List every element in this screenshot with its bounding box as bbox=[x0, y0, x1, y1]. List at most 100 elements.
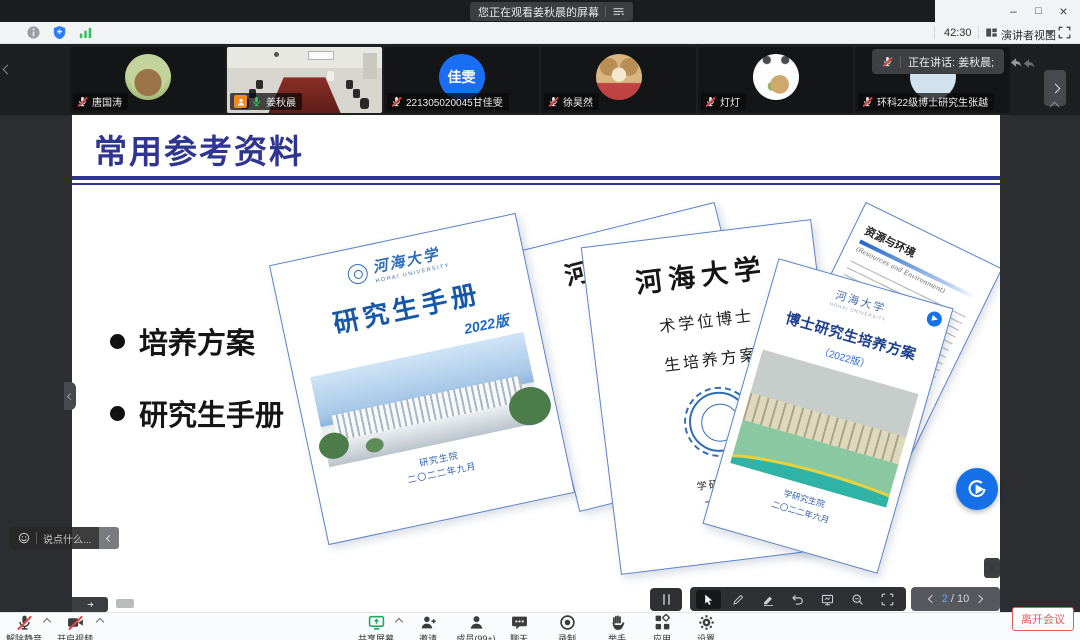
participant-name: 221305020045甘佳雯 bbox=[406, 94, 503, 109]
name-bar: 徐昊然 bbox=[544, 93, 599, 110]
members-icon bbox=[468, 614, 485, 631]
participant-name: 徐昊然 bbox=[563, 94, 593, 109]
arrow-right-icon bbox=[86, 600, 95, 609]
bullet-dot bbox=[110, 334, 125, 349]
start-video-button[interactable]: 开启视频 bbox=[47, 614, 103, 640]
avatar bbox=[753, 54, 799, 100]
unmute-button[interactable]: 解除静音 bbox=[0, 614, 52, 640]
page-total: 10 bbox=[957, 593, 969, 605]
participant-tile-active-speaker[interactable]: 姜秋晨 bbox=[227, 47, 382, 113]
speaking-toast-text: 正在讲话: 姜秋晨; bbox=[908, 54, 994, 70]
banner-divider bbox=[605, 6, 606, 17]
apps-icon bbox=[654, 614, 671, 631]
mic-muted-icon bbox=[548, 96, 559, 107]
meeting-timer: 42:30 bbox=[944, 27, 972, 39]
highlighter-tool[interactable] bbox=[756, 590, 781, 609]
slide-bullet: 研究生手册 bbox=[110, 392, 284, 434]
meeting-info-icon[interactable] bbox=[26, 25, 41, 40]
screenshot-button[interactable] bbox=[875, 590, 900, 609]
restore-panel-button[interactable] bbox=[72, 597, 108, 612]
participant-name: 环科22级博士研究生张越 bbox=[877, 94, 988, 109]
record-icon bbox=[559, 614, 576, 631]
bottom-toolbar: 解除静音 开启视频 共享屏幕 邀请 成员(99+) 聊天 录制 bbox=[0, 612, 1080, 640]
slide-bullet: 培养方案 bbox=[110, 320, 255, 362]
mic-active-icon bbox=[251, 96, 262, 107]
mic-muted-icon bbox=[391, 96, 402, 107]
select-cursor-tool[interactable] bbox=[696, 590, 721, 609]
annotation-toolbar bbox=[690, 587, 906, 611]
slide-page-navigator: 2 / 10 bbox=[911, 587, 1000, 611]
title-rule bbox=[72, 176, 1000, 180]
record-button[interactable]: 录制 bbox=[539, 614, 595, 640]
maximize-button[interactable]: □ bbox=[1026, 0, 1051, 22]
watching-banner-text: 您正在观看姜秋晨的屏幕 bbox=[478, 4, 599, 20]
quick-chat-bar[interactable]: 说点什么... bbox=[10, 527, 119, 549]
participants-strip: 唐国涛 姜秋晨 佳雯 221305020045甘 bbox=[0, 44, 1080, 115]
annotation-drag-handle[interactable] bbox=[650, 588, 682, 611]
whiteboard-button[interactable] bbox=[815, 590, 840, 609]
bullet-dot bbox=[110, 406, 125, 421]
left-panel-handle[interactable] bbox=[64, 382, 76, 410]
leave-meeting-button[interactable]: 离开会议 bbox=[1012, 607, 1074, 631]
right-panel-handle[interactable] bbox=[984, 558, 1000, 578]
window-controls: – □ × bbox=[1001, 0, 1076, 22]
header-separator bbox=[978, 26, 979, 39]
drag-handle[interactable] bbox=[116, 599, 134, 608]
raise-hand-icon bbox=[609, 614, 626, 631]
chat-icon bbox=[511, 614, 528, 631]
reply-arrow-icon[interactable] bbox=[1021, 56, 1036, 71]
chat-collapse-button[interactable] bbox=[99, 527, 119, 549]
invite-icon bbox=[420, 614, 437, 631]
share-screen-icon bbox=[368, 614, 385, 631]
pen-tool[interactable] bbox=[726, 590, 751, 609]
titlebar: 您正在观看姜秋晨的屏幕 – □ × bbox=[0, 0, 1080, 22]
title-rule bbox=[72, 183, 1000, 185]
next-page-button[interactable] bbox=[975, 595, 983, 603]
participant-name: 灯灯 bbox=[720, 94, 740, 109]
strip-scroll-right-button[interactable] bbox=[1044, 70, 1066, 106]
banner-menu-icon[interactable] bbox=[612, 5, 625, 18]
name-bar: 唐国涛 bbox=[73, 93, 128, 110]
video-options-chevron[interactable] bbox=[97, 619, 103, 625]
host-badge-icon bbox=[234, 95, 247, 108]
avatar bbox=[125, 54, 171, 100]
header-separator bbox=[934, 26, 935, 39]
slide-title: 常用参考资料 bbox=[94, 125, 304, 173]
magnifier-button[interactable] bbox=[845, 590, 870, 609]
participant-tile[interactable]: 佳雯 221305020045甘佳雯 bbox=[384, 47, 539, 113]
participant-name: 唐国涛 bbox=[92, 94, 122, 109]
shared-slide: 常用参考资料 培养方案 研究生手册 资源与环境 (Resources and E… bbox=[72, 115, 1000, 612]
name-bar: 灯灯 bbox=[701, 93, 746, 110]
participant-tile[interactable]: 灯灯 bbox=[698, 47, 853, 113]
mic-muted-icon bbox=[77, 96, 88, 107]
share-play-icon bbox=[966, 478, 988, 500]
watching-banner[interactable]: 您正在观看姜秋晨的屏幕 bbox=[470, 2, 633, 21]
chat-placeholder: 说点什么... bbox=[43, 531, 91, 546]
chat-input[interactable]: 说点什么... bbox=[10, 527, 99, 549]
undo-button[interactable] bbox=[785, 590, 810, 609]
strip-scroll-left-icon[interactable] bbox=[3, 65, 13, 75]
settings-button[interactable]: 设置 bbox=[678, 614, 734, 640]
security-shield-icon[interactable] bbox=[52, 25, 67, 40]
emoji-icon[interactable] bbox=[18, 532, 30, 544]
participant-tile[interactable]: 徐昊然 bbox=[541, 47, 696, 113]
network-signal-icon[interactable] bbox=[78, 25, 93, 40]
view-mode-dropdown-arrow[interactable] bbox=[1046, 31, 1054, 36]
minimize-button[interactable]: – bbox=[1001, 0, 1026, 22]
shared-screen-stage: 常用参考资料 培养方案 研究生手册 资源与环境 (Resources and E… bbox=[0, 115, 1080, 612]
participant-tile[interactable]: 唐国涛 bbox=[70, 47, 225, 113]
name-bar: 环科22级博士研究生张越 bbox=[858, 93, 994, 110]
prev-page-button[interactable] bbox=[927, 595, 935, 603]
meeting-header bbox=[0, 22, 1080, 44]
close-button[interactable]: × bbox=[1051, 0, 1076, 22]
speaking-toast: 正在讲话: 姜秋晨; bbox=[872, 49, 1004, 74]
mic-muted-icon bbox=[882, 56, 893, 67]
avatar bbox=[596, 54, 642, 100]
fullscreen-icon[interactable] bbox=[1058, 26, 1071, 39]
smart-share-fab[interactable] bbox=[956, 468, 998, 510]
mic-muted-icon bbox=[16, 614, 33, 631]
name-bar: 姜秋晨 bbox=[230, 93, 302, 110]
share-screen-button[interactable]: 共享屏幕 bbox=[348, 614, 404, 640]
name-bar: 221305020045甘佳雯 bbox=[387, 93, 509, 110]
camera-off-icon bbox=[67, 614, 84, 631]
